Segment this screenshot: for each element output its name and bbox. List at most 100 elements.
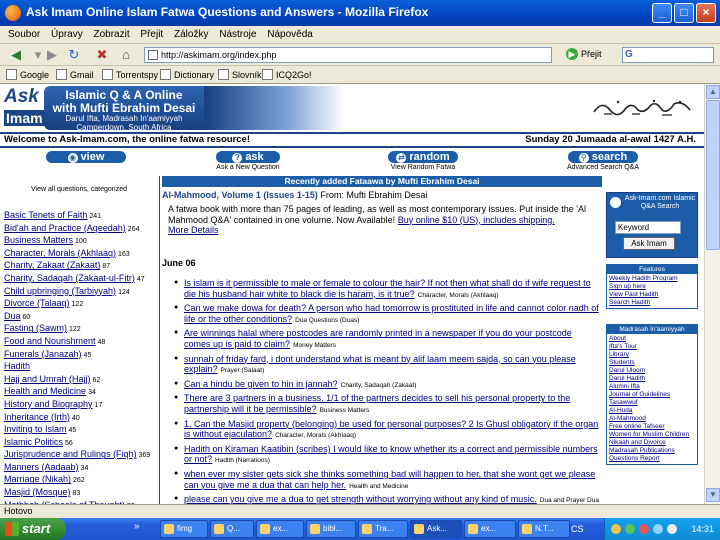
question-link[interactable]: Are winnings halal where postcodes are r… [184,328,572,349]
tray-icon-1[interactable] [611,524,621,534]
question-link[interactable]: Can a hindu be given to hin in jannah? [184,379,338,389]
scroll-up-icon[interactable]: ▲ [706,85,720,99]
category-link[interactable]: History and Biography [4,399,93,409]
bookmark-google[interactable]: Google [6,69,49,80]
menu-file[interactable]: Soubor [8,26,40,44]
start-button[interactable]: start [0,518,66,540]
madrasah-link[interactable]: Questions Report [609,455,695,463]
back-icon[interactable]: ◀ [8,47,24,63]
nav-ask-button[interactable]: ? ask [216,151,280,163]
category-link[interactable]: Health and Medicine [4,386,86,396]
vertical-scrollbar[interactable]: ▲ ▼ [704,84,720,504]
feature-link[interactable]: Search Hadith [609,299,695,307]
tray-icon-3[interactable] [639,524,649,534]
category-link[interactable]: Islamic Politics [4,437,63,447]
madrasah-link[interactable]: Free online Tafseer [609,423,695,431]
category-link[interactable]: Dua [4,311,21,321]
category-link[interactable]: Charity, Sadaqah (Zakaat-ul-Fitr) [4,273,135,283]
task-ex2[interactable]: ex... [464,520,516,538]
question-link[interactable]: There are 3 partners in a business. 1/1 … [184,393,570,414]
category-link[interactable]: Business Matters [4,235,73,245]
madrasah-link[interactable]: Library [609,351,695,359]
category-link[interactable]: Divorce (Talaaq) [4,298,70,308]
bookmark-dictionary[interactable]: Dictionary [160,69,214,80]
nav-search-button[interactable]: ⚲ search [568,151,638,163]
madrasah-link[interactable]: Alumni Ifta [609,383,695,391]
go-button[interactable]: ▶ Přejit [566,48,602,60]
menu-bookmarks[interactable]: Záložky [174,26,208,44]
volume-icon[interactable] [667,524,677,534]
stop-icon[interactable]: ✖ [94,47,110,63]
menu-tools[interactable]: Nástroje [219,26,256,44]
bookmark-torrentspy[interactable]: Torrentspy [102,69,158,80]
menu-edit[interactable]: Úpravy [51,26,83,44]
task-ex1[interactable]: ex... [256,520,304,538]
minimize-button[interactable]: _ [652,3,672,23]
home-icon[interactable]: ⌂ [118,47,134,63]
ask-imam-button[interactable]: Ask Imam [623,237,675,250]
category-link[interactable]: Charity, Zakaat (Zakaat) [4,260,100,270]
category-link[interactable]: Jurisprudence and Rulings (Fiqh) [4,449,137,459]
task-nt[interactable]: N.T... [518,520,570,538]
category-link[interactable]: Bid'ah and Practice (Aqeedah) [4,223,126,233]
category-link[interactable]: Food and Nourishment [4,336,96,346]
task-fimg[interactable]: fimg [160,520,208,538]
question-link[interactable]: Can we make dowa for death? A person who… [184,303,599,324]
madrasah-link[interactable]: Tasawwuf [609,399,695,407]
question-link[interactable]: Is islam is it permissible to male or fe… [184,278,591,299]
madrasah-link[interactable]: About [609,335,695,343]
bookmark-slovnik[interactable]: Slovník [218,69,262,80]
quicklaunch-chevron[interactable]: » [134,521,140,532]
menu-go[interactable]: Přejit [140,26,163,44]
madrasah-link[interactable]: Ifta's Tour [609,343,695,351]
keyword-input[interactable]: Keyword [615,221,681,234]
buy-online-link[interactable]: Buy online $10 (US), includes shipping. [398,215,555,225]
feature-link[interactable]: Weekly Hadith Program [609,275,695,283]
title-bar[interactable]: Ask Imam Online Islam Fatwa Questions an… [0,0,720,26]
more-details-link[interactable]: More Details [168,225,600,236]
madrasah-link[interactable]: Students [609,359,695,367]
address-bar[interactable]: http://askimam.org/index.php [144,47,552,63]
feature-link[interactable]: Sign up here [609,283,695,291]
menu-help[interactable]: Nápověda [267,26,313,44]
category-link[interactable]: Inheritance (Irth) [4,412,70,422]
madrasah-link[interactable]: Madrasah Publications [609,447,695,455]
book-title-link[interactable]: Al-Mahmood, Volume 1 (Issues 1-15) [162,190,318,200]
madrasah-link[interactable]: Nikaah and Divorce [609,439,695,447]
category-link[interactable]: Marriage (Nikah) [4,474,71,484]
category-link[interactable]: Hadith [4,361,30,371]
madrasah-link[interactable]: Al-Huda [609,407,695,415]
bookmark-icq2go[interactable]: ICQ2Go! [262,69,312,80]
category-link[interactable]: Masjid (Mosque) [4,487,71,497]
scroll-thumb[interactable] [706,100,720,250]
nav-view-button[interactable]: ◉ view [46,151,126,163]
category-link[interactable]: Fasting (Sawm) [4,323,67,333]
madrasah-link[interactable]: Darul Hadith [609,375,695,383]
menu-view[interactable]: Zobrazit [94,26,130,44]
scroll-down-icon[interactable]: ▼ [706,488,720,502]
category-link[interactable]: Hajj and Umrah (Hajj) [4,374,91,384]
task-q[interactable]: Q... [210,520,254,538]
close-button[interactable]: × [696,3,716,23]
madrasah-link[interactable]: Women for Muslim Children [609,431,695,439]
madrasah-link[interactable]: Journal of Guidelines [609,391,695,399]
task-ask-active[interactable]: Ask... [410,520,462,538]
category-link[interactable]: Funerals (Janazah) [4,349,82,359]
task-tra[interactable]: Tra... [358,520,408,538]
forward-icon[interactable]: ▶ [44,47,60,63]
language-indicator[interactable]: CS [571,518,584,540]
feature-link[interactable]: View Past Hadith [609,291,695,299]
tray-icon-2[interactable] [625,524,635,534]
nav-random-button[interactable]: ⇄ random [388,151,458,163]
madrasah-link[interactable]: Al-Mahmood [609,415,695,423]
category-link[interactable]: Basic Tenets of Faith [4,210,87,220]
bookmark-gmail[interactable]: Gmail [56,69,94,80]
search-box[interactable]: G [622,47,714,63]
tray-icon-4[interactable] [653,524,663,534]
question-link[interactable]: please can you give me a dua to get stre… [184,494,537,504]
reload-icon[interactable]: ↻ [66,47,82,63]
category-link[interactable]: Manners (Aadaab) [4,462,79,472]
task-bibl[interactable]: bibl... [306,520,356,538]
maximize-button[interactable]: □ [674,3,694,23]
category-link[interactable]: Inviting to Islam [4,424,67,434]
